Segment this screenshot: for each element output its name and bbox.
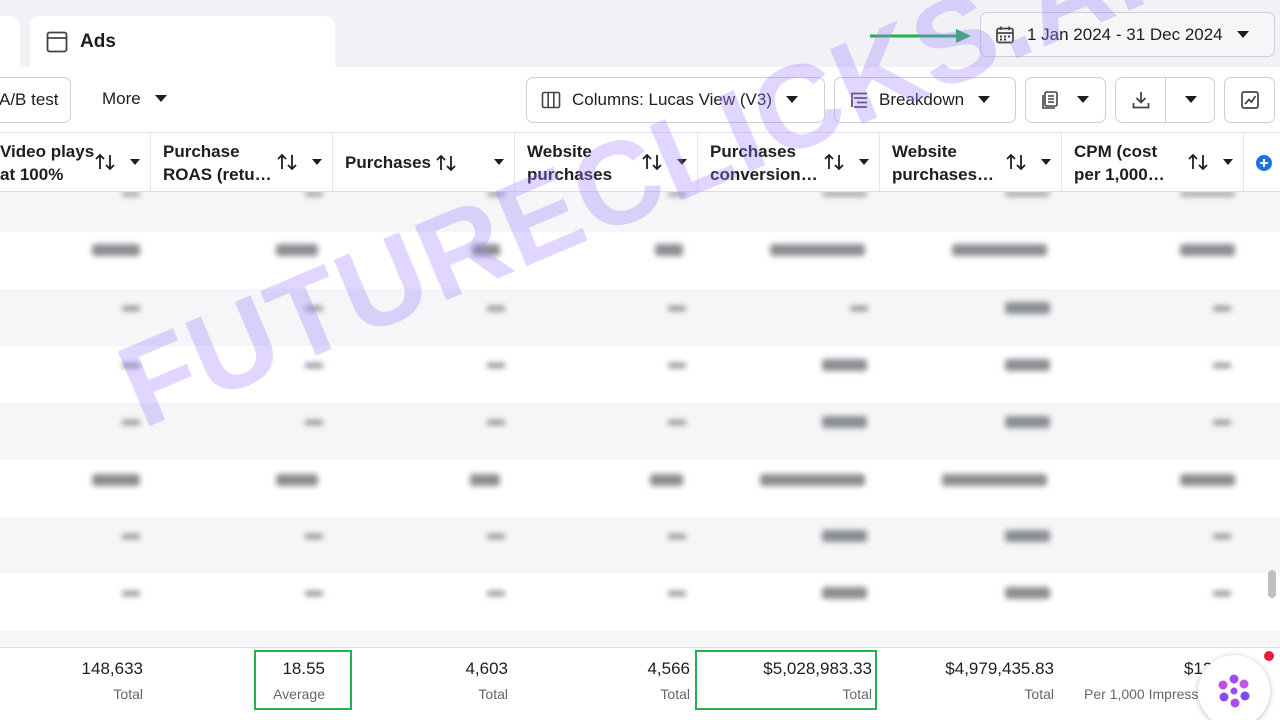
total-label: Total [113,686,143,702]
total-label: Total [478,686,508,702]
sort-icon[interactable] [1187,153,1209,171]
chevron-down-icon [978,96,991,103]
reports-stack-icon [1042,91,1058,109]
chevron-down-icon [1236,30,1249,38]
column-header-label: Video plays at 100% [0,141,95,184]
highlight-box [695,650,877,710]
column-header[interactable]: Website purchases… [880,133,1062,192]
calendar-icon [996,26,1014,43]
column-header[interactable]: Video plays at 100% [0,133,151,192]
column-header-label: Purchase ROAS (retu… [163,141,272,184]
more-label: More [102,89,141,108]
breakdown-label: Breakdown [879,90,965,109]
column-header-label: Website purchases… [892,141,995,184]
chevron-down-icon [1077,96,1089,103]
date-range-picker[interactable]: 1 Jan 2024 - 31 Dec 2024 [980,12,1275,57]
sort-icon[interactable] [641,153,663,171]
total-cell: 148,633 Total [0,648,143,720]
notification-dot [1264,651,1274,661]
column-header-label: CPM (cost per 1,000… [1074,141,1165,184]
top-bar: Ads 1 Jan 2024 - 31 Dec 2024 [0,0,1280,67]
columns-icon [541,91,561,109]
chevron-down-icon[interactable] [677,159,687,166]
table-header: Video plays at 100% Purchase ROAS (retu… P… [0,132,1280,192]
column-header[interactable]: Purchase ROAS (retu… [151,133,333,192]
columns-label: Columns: Lucas View (V3) [572,90,772,109]
toolbar: A/B test More Columns: Lucas View (V3) B… [0,67,1280,132]
export-button[interactable] [1115,77,1215,123]
blurred-cell-values [92,192,1235,599]
chevron-down-icon[interactable] [1041,159,1051,166]
total-label: Total [1024,686,1054,702]
previous-tab-edge[interactable] [0,16,20,67]
chevron-down-icon[interactable] [130,159,140,166]
highlight-box [254,650,352,710]
column-header-label: Purchases conversion… [710,141,818,184]
total-value: $4,979,435.83 [945,659,1054,678]
breakdown-icon [851,92,867,108]
reports-button[interactable] [1025,77,1106,123]
column-header-label: Website purchases [527,141,613,184]
ad-window-icon [46,31,68,52]
column-header[interactable]: Purchases conversion… [698,133,880,192]
total-label: Total [660,686,690,702]
date-range-label: 1 Jan 2024 - 31 Dec 2024 [1027,24,1223,44]
totals-row: 148,633 Total 18.55 Average 4,603 Total … [0,647,1280,720]
more-button[interactable]: More [102,89,167,109]
tab-ads[interactable]: Ads [30,16,335,67]
total-cell: $4,979,435.83 Total [880,648,1054,720]
annotation-arrow-icon [870,29,971,43]
export-download-button[interactable] [1116,78,1166,122]
chevron-down-icon[interactable] [1223,159,1233,166]
chart-view-button[interactable] [1224,77,1275,123]
chevron-down-icon[interactable] [312,159,322,166]
tab-ads-label: Ads [80,30,116,52]
columns-button[interactable]: Columns: Lucas View (V3) [526,77,825,123]
total-cell: 4,603 Total [340,648,508,720]
plus-circle-icon [1256,154,1272,171]
assistant-launcher[interactable] [1198,655,1270,720]
chevron-down-icon[interactable] [859,159,869,166]
table-body [0,192,1280,647]
sort-icon[interactable] [94,153,116,171]
total-value: 148,633 [81,659,143,678]
sort-icon[interactable] [1005,153,1027,171]
chevron-down-icon [154,95,167,102]
column-header[interactable]: Website purchases [515,133,698,192]
vertical-scrollbar[interactable] [1268,570,1276,598]
ab-test-button[interactable]: A/B test [0,77,71,123]
sort-icon[interactable] [435,154,457,172]
sort-icon[interactable] [823,153,845,171]
column-header[interactable]: Purchases [333,133,515,192]
breakdown-button[interactable]: Breakdown [834,77,1016,123]
column-header-label: Purchases [345,151,457,174]
flower-logo-icon [1218,674,1250,708]
chevron-down-icon[interactable] [494,159,504,166]
add-column-button[interactable] [1244,133,1280,192]
ab-test-label: A/B test [0,90,59,109]
export-options-button[interactable] [1167,78,1215,122]
total-cell: 4,566 Total [520,648,690,720]
chevron-down-icon [786,96,798,103]
chevron-down-icon [1185,96,1197,103]
total-value: 4,566 [647,659,690,678]
chart-icon [1240,91,1259,109]
download-icon [1132,92,1149,109]
total-value: 4,603 [465,659,508,678]
column-header[interactable]: CPM (cost per 1,000… [1062,133,1244,192]
sort-icon[interactable] [276,153,298,171]
